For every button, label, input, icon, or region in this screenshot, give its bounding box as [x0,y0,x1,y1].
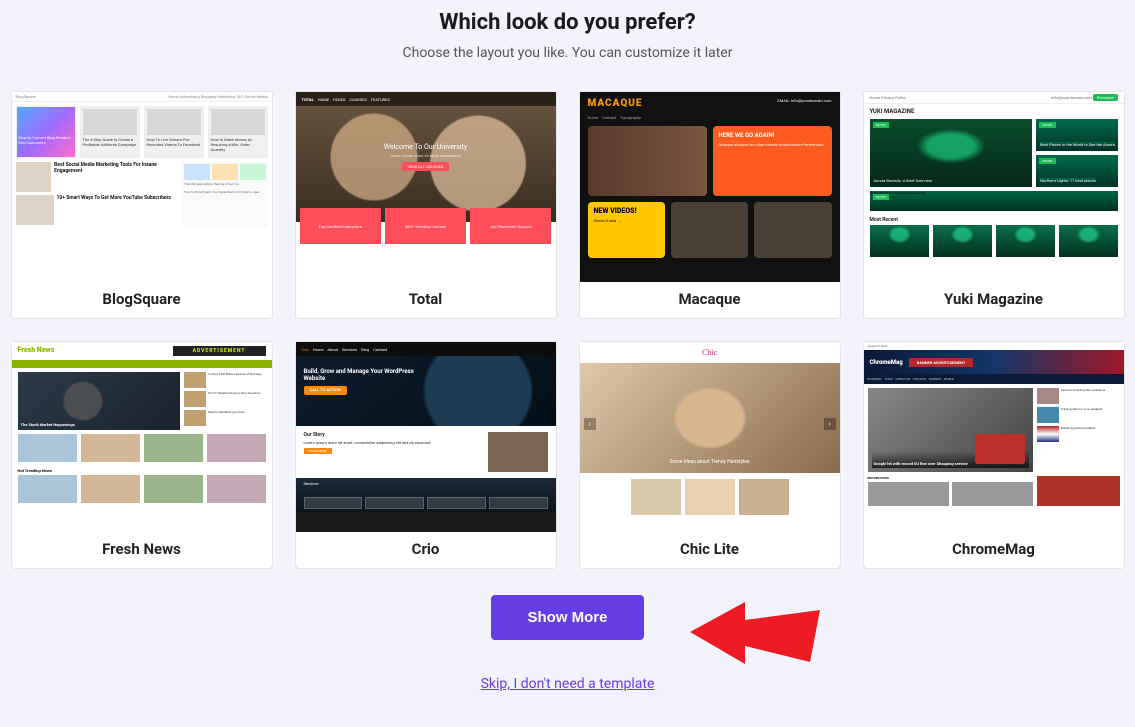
template-card-crio[interactable]: CrioHomeAboutServicesBlogContact Build, … [295,341,557,569]
template-name: Fresh News [12,532,272,568]
template-name: Total [296,282,556,318]
template-card-yuki[interactable]: Home Privacy Policyinfo@yourdomain.com P… [863,91,1125,319]
show-more-button[interactable]: Show More [491,595,643,640]
template-name: Chic Lite [580,532,840,568]
template-card-chromemag[interactable]: August 8, 2023 ChromeMagBANNER ADVERTISE… [863,341,1125,569]
template-thumb: BlogSquareHome Advertising Blogging Mark… [12,92,272,282]
template-card-blogsquare[interactable]: BlogSquareHome Advertising Blogging Mark… [11,91,273,319]
template-thumb: Fresh NewsADVERTISEMENT The Stock Market… [12,342,272,532]
template-name: Crio [296,532,556,568]
template-thumb: CrioHomeAboutServicesBlogContact Build, … [296,342,556,532]
template-card-chic-lite[interactable]: Chic ‹›Some Ideas about Trendy Hairstyle… [579,341,841,569]
template-thumb: Chic ‹›Some Ideas about Trendy Hairstyle… [580,342,840,532]
template-thumb: MACAQUEEMAIL: info@yourdomain.com HomeCo… [580,92,840,282]
template-name: ChromeMag [864,532,1124,568]
template-name: Macaque [580,282,840,318]
page-subtitle: Choose the layout you like. You can cust… [0,45,1135,61]
template-name: Yuki Magazine [864,282,1124,318]
template-card-macaque[interactable]: MACAQUEEMAIL: info@yourdomain.com HomeCo… [579,91,841,319]
template-thumb: August 8, 2023 ChromeMagBANNER ADVERTISE… [864,342,1124,532]
template-card-fresh-news[interactable]: Fresh NewsADVERTISEMENT The Stock Market… [11,341,273,569]
template-card-total[interactable]: TOTALHOMEPAGESCOURSESFEATURES Welcome To… [295,91,557,319]
template-grid: BlogSquareHome Advertising Blogging Mark… [0,91,1135,569]
page-title: Which look do you prefer? [0,10,1135,35]
template-name: BlogSquare [12,282,272,318]
skip-link[interactable]: Skip, I don't need a template [0,676,1135,692]
template-thumb: Home Privacy Policyinfo@yourdomain.com P… [864,92,1124,282]
template-thumb: TOTALHOMEPAGESCOURSESFEATURES Welcome To… [296,92,556,282]
